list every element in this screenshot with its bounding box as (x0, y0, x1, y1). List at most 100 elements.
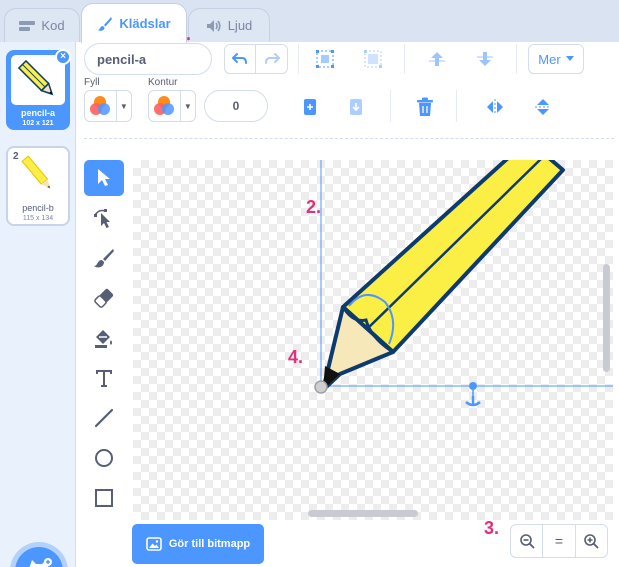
eraser-icon (94, 288, 114, 308)
tab-costumes-label: Klädslar (119, 16, 171, 31)
tab-sounds-label: Ljud (227, 18, 253, 33)
zoom-controls: = (510, 524, 608, 558)
add-costume-button[interactable] (15, 547, 63, 567)
flip-vertical-icon (535, 99, 551, 115)
pencil-shape (321, 160, 565, 392)
flip-vertical-button[interactable] (528, 92, 558, 122)
annotation-4: 4. (288, 347, 304, 367)
toolbar-divider (84, 138, 614, 139)
outline-color-picker[interactable]: ▼ (148, 90, 196, 122)
reshape-tool[interactable] (84, 200, 124, 236)
color-swatch-icon (149, 91, 180, 121)
more-button[interactable]: Mer (528, 44, 584, 74)
delete-button[interactable] (410, 92, 440, 122)
costume-size: 102 x 121 (22, 120, 54, 127)
divider (390, 90, 391, 122)
costume-name: pencil-a (20, 108, 55, 118)
divider (298, 44, 299, 74)
image-icon (146, 537, 162, 551)
drawing-canvas[interactable] (133, 160, 613, 520)
trash-icon (417, 97, 433, 116)
ungroup-button[interactable] (358, 44, 388, 74)
circle-icon (95, 449, 113, 467)
tab-code-label: Kod (41, 18, 65, 33)
arrow-up-icon (429, 52, 445, 66)
delete-costume-icon[interactable]: × (55, 49, 71, 65)
pointer-icon (98, 169, 110, 186)
rectangle-tool[interactable] (84, 480, 124, 516)
annotation-3: 3. (484, 518, 500, 538)
eraser-tool[interactable] (84, 280, 124, 316)
costume-name: pencil-b (22, 203, 54, 213)
more-label: Mer (538, 51, 561, 67)
brush-tool[interactable] (84, 240, 124, 276)
divider (404, 44, 405, 74)
divider (516, 44, 517, 74)
costume-size: 115 x 134 (22, 215, 54, 222)
cat-add-icon (29, 558, 52, 567)
undo-icon (232, 53, 247, 64)
chevron-down-icon (565, 56, 574, 61)
costume-index: 1 (14, 56, 20, 67)
zoom-reset-button[interactable]: = (543, 525, 576, 557)
annotation-2: 2. (306, 197, 322, 217)
reshape-icon (94, 209, 110, 228)
outline-width-input[interactable]: 0 (204, 90, 268, 122)
costume-list: 1 × pencil-a 102 x 121 2 pencil-b 115 x … (0, 42, 76, 567)
copy-icon (304, 99, 316, 115)
tab-code[interactable]: Kod (4, 8, 80, 42)
text-icon (96, 370, 112, 387)
rotation-center-handle (314, 380, 328, 394)
circle-tool[interactable] (84, 440, 124, 476)
costume-index: 2 (13, 151, 19, 162)
redo-button[interactable] (256, 45, 287, 73)
copy-button[interactable] (296, 92, 326, 122)
horizontal-scrollbar[interactable] (308, 510, 418, 517)
fill-tool[interactable] (84, 320, 124, 356)
forward-button[interactable] (422, 44, 452, 74)
backward-button[interactable] (470, 44, 500, 74)
undo-button[interactable] (225, 45, 257, 73)
costume-item-pencil-b[interactable]: 2 pencil-b 115 x 134 (6, 146, 70, 226)
paste-button[interactable] (342, 92, 372, 122)
brush-icon (94, 249, 114, 268)
pencil-drawing (314, 160, 613, 407)
chevron-down-icon: ▼ (179, 91, 195, 121)
group-icon (316, 50, 334, 68)
speaker-icon (206, 19, 222, 33)
outline-label: Kontur (148, 77, 178, 88)
code-icon (19, 20, 36, 32)
paste-icon (350, 99, 362, 115)
vertical-scrollbar[interactable] (603, 264, 610, 372)
flip-horizontal-icon (487, 99, 503, 115)
zoom-out-icon (519, 534, 535, 549)
zoom-in-button[interactable] (576, 525, 607, 557)
divider (456, 90, 457, 122)
line-icon (94, 408, 114, 428)
text-tool[interactable] (84, 360, 124, 396)
costume-name-input[interactable]: pencil-a (84, 43, 212, 75)
paint-editor: pencil-a Mer Fyll Kontur ▼ ▼ 0 Gör till … (76, 42, 619, 567)
convert-to-bitmap-label: Gör till bitmapp (168, 538, 251, 550)
zoom-reset-label: = (554, 533, 564, 549)
fill-color-picker[interactable]: ▼ (84, 90, 132, 122)
line-tool[interactable] (84, 400, 124, 436)
costume-item-pencil-a[interactable]: 1 × pencil-a 102 x 121 (6, 49, 71, 130)
arrow-down-icon (477, 52, 493, 66)
fill-label: Fyll (84, 77, 100, 88)
select-tool[interactable] (84, 160, 124, 196)
tab-costumes[interactable]: Klädslar (81, 3, 187, 43)
group-button[interactable] (310, 44, 340, 74)
paint-bucket-icon (95, 330, 112, 348)
tab-bar: Kod Klädslar Ljud (0, 0, 619, 43)
rectangle-icon (95, 489, 113, 507)
flip-horizontal-button[interactable] (480, 92, 510, 122)
brush-icon (97, 16, 113, 32)
chevron-down-icon: ▼ (115, 91, 131, 121)
convert-to-bitmap-button[interactable]: Gör till bitmapp (132, 524, 264, 564)
zoom-out-button[interactable] (511, 525, 544, 557)
ungroup-icon (364, 50, 382, 68)
tab-sounds[interactable]: Ljud (188, 8, 270, 42)
color-swatch-icon (85, 91, 116, 121)
undo-redo-group (224, 44, 288, 74)
